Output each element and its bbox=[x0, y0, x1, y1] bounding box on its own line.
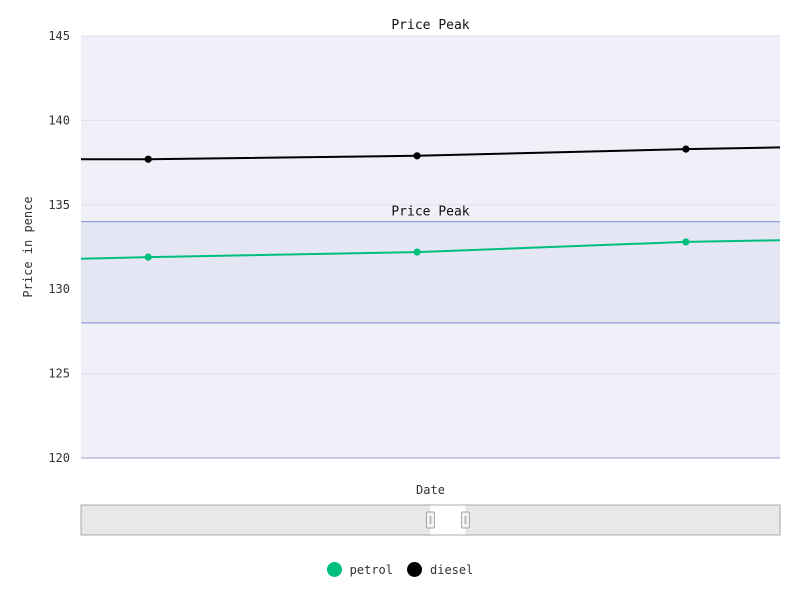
legend-label-diesel: diesel bbox=[430, 562, 474, 577]
legend-swatch-diesel-icon bbox=[407, 562, 422, 577]
legend-item-petrol[interactable]: petrol bbox=[326, 562, 393, 577]
top-price-peak-label: Price Peak bbox=[391, 18, 469, 33]
y-tick-label: 145 bbox=[48, 29, 70, 43]
range-selection-window[interactable] bbox=[430, 505, 466, 535]
band-fill bbox=[81, 221, 780, 323]
chart-labels: 120 125 130 135 140 145 bbox=[48, 29, 70, 465]
data-point-diesel[interactable] bbox=[144, 155, 152, 163]
legend-label-petrol: petrol bbox=[349, 562, 393, 577]
chart: 120 125 130 135 140 145 Price Peak Price Peak… bbox=[0, 0, 800, 600]
legend-swatch-petrol-icon bbox=[326, 562, 342, 577]
y-tick-label: 140 bbox=[48, 113, 70, 127]
data-point-petrol[interactable] bbox=[144, 253, 152, 261]
y-tick-label: 135 bbox=[48, 198, 70, 212]
data-point-petrol[interactable] bbox=[682, 238, 690, 246]
y-axis-title: Price in pence bbox=[21, 196, 35, 297]
legend: petrol diesel bbox=[0, 562, 800, 577]
x-axis-title: Date bbox=[416, 483, 445, 497]
data-point-petrol[interactable] bbox=[413, 248, 421, 256]
data-point-diesel[interactable] bbox=[413, 152, 421, 160]
band-price-peak-label: Price Peak bbox=[391, 205, 469, 220]
range-handle-right[interactable] bbox=[460, 511, 470, 529]
range-handle-left[interactable] bbox=[426, 511, 435, 529]
legend-item-diesel[interactable]: diesel bbox=[407, 562, 473, 577]
price-peak-band bbox=[81, 221, 780, 324]
y-tick-label: 130 bbox=[48, 282, 70, 296]
y-tick-label: 120 bbox=[48, 451, 70, 465]
data-point-diesel[interactable] bbox=[682, 145, 690, 153]
chart-svg: 120 125 130 135 140 145 Price Peak Price Peak… bbox=[21, 18, 781, 536]
y-tick-label: 125 bbox=[48, 367, 70, 381]
range-selector[interactable] bbox=[80, 504, 781, 536]
